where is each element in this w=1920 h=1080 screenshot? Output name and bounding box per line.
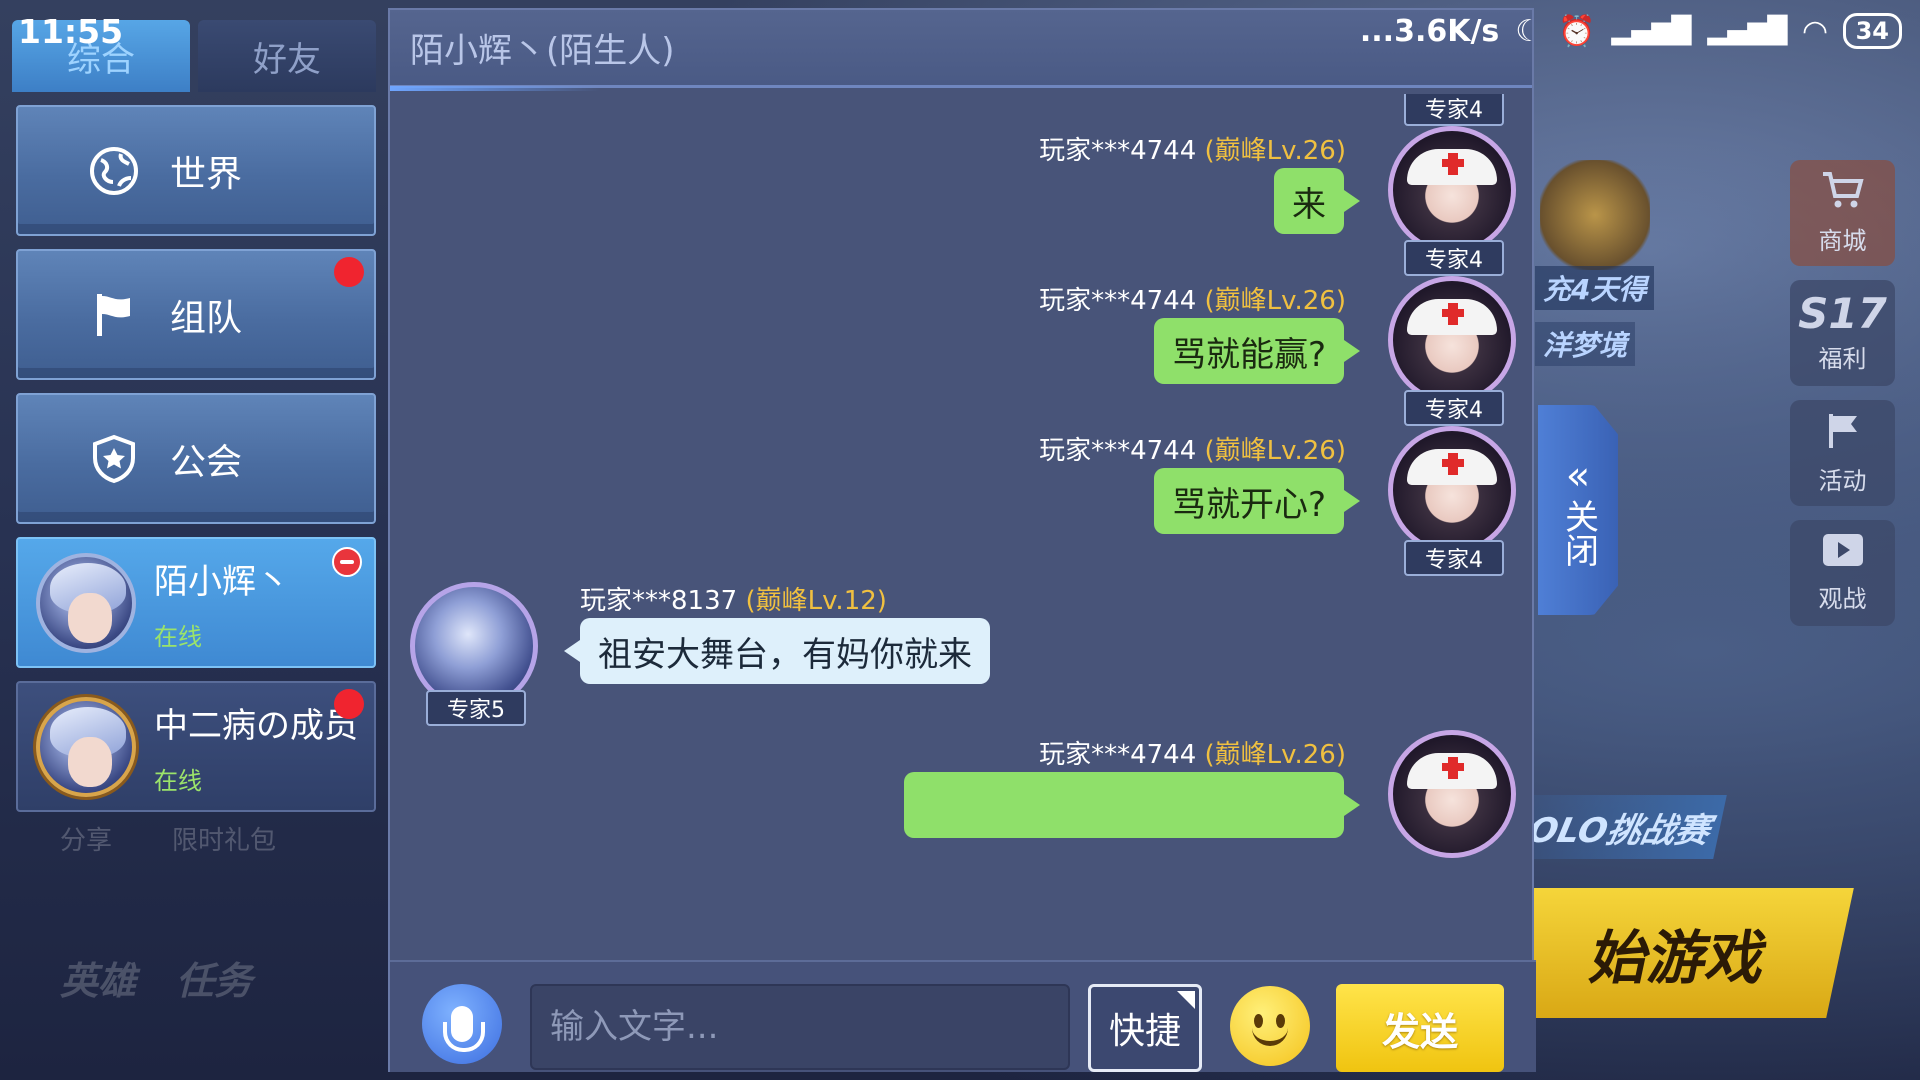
- globe-icon: [86, 143, 142, 199]
- contact-status: 在线: [154, 622, 202, 651]
- avatar[interactable]: [1388, 276, 1516, 404]
- voice-button[interactable]: [422, 984, 502, 1064]
- message-bubble[interactable]: [904, 772, 1360, 838]
- rank-tag: 专家4: [1404, 390, 1504, 426]
- contact-item[interactable]: 中二病の成员 在线: [16, 681, 376, 812]
- message-bubble[interactable]: 祖安大舞台，有妈你就来: [564, 618, 990, 684]
- close-chat-tab[interactable]: « 关闭: [1538, 405, 1618, 615]
- solo-challenge-banner[interactable]: OLO挑战赛: [1513, 795, 1727, 859]
- cart-icon: [1821, 170, 1865, 217]
- message-list[interactable]: 专家4 玩家***4744 (巅峰Lv.26) 来 专家4 玩家***4744 …: [390, 94, 1536, 956]
- double-chevron-left-icon: «: [1565, 453, 1591, 499]
- message-sender: 玩家***8137 (巅峰Lv.12): [580, 586, 887, 616]
- message-input[interactable]: [530, 984, 1070, 1070]
- tab-general[interactable]: 综合: [12, 20, 190, 92]
- start-game-button[interactable]: 始游戏: [1506, 888, 1854, 1018]
- header-accent: [390, 86, 600, 91]
- channel-list: 世界 组队 公会 陌小辉丶 在线 中二病の成员 在线: [16, 105, 376, 812]
- rank-tag: 专家4: [1404, 94, 1504, 126]
- chat-panel: 陌小辉丶(陌生人) 专家4 玩家***4744 (巅峰Lv.26) 来 专家4 …: [388, 8, 1536, 1072]
- chat-header: 陌小辉丶(陌生人): [390, 10, 1532, 88]
- chat-sidebar: 综合 好友 世界 组队 公会 陌小辉丶 在线 中二病の成员 在线: [0, 0, 386, 1080]
- event-emblem: [1540, 160, 1650, 270]
- message-sender: 玩家***4744 (巅峰Lv.26): [1039, 436, 1346, 466]
- quick-phrase-button[interactable]: 快捷: [1088, 984, 1202, 1072]
- rank-tag: 专家5: [426, 690, 526, 726]
- close-label: 关闭: [1558, 499, 1599, 567]
- notification-dot: [334, 257, 364, 287]
- channel-world[interactable]: 世界: [16, 105, 376, 236]
- flag-icon: [86, 287, 142, 343]
- channel-team[interactable]: 组队: [16, 249, 376, 380]
- tab-friends[interactable]: 好友: [198, 20, 376, 92]
- activity-button[interactable]: 活动: [1790, 400, 1895, 506]
- avatar: [36, 552, 136, 653]
- avatar: [36, 696, 136, 797]
- shop-button[interactable]: 商城: [1790, 160, 1895, 266]
- avatar[interactable]: [1388, 730, 1516, 858]
- remove-contact-button[interactable]: [332, 547, 362, 577]
- welfare-button[interactable]: S17 福利: [1790, 280, 1895, 386]
- play-icon: [1821, 532, 1865, 575]
- message-sender: 玩家***4744 (巅峰Lv.26): [1039, 740, 1346, 770]
- rank-tag: 专家4: [1404, 240, 1504, 276]
- chat-title: 陌小辉丶(陌生人): [410, 31, 675, 71]
- message-sender: 玩家***4744 (巅峰Lv.26): [1039, 136, 1346, 166]
- notification-dot: [334, 689, 364, 719]
- avatar[interactable]: [1388, 126, 1516, 254]
- contact-status: 在线: [154, 766, 202, 795]
- emoji-button[interactable]: [1230, 986, 1310, 1066]
- contact-name: 陌小辉丶: [154, 561, 290, 602]
- microphone-icon: [443, 1006, 485, 1052]
- contact-name: 中二病の成员: [154, 705, 358, 746]
- message-bubble[interactable]: 来: [1274, 168, 1360, 234]
- avatar[interactable]: [1388, 426, 1516, 554]
- rank-tag: 专家4: [1404, 540, 1504, 576]
- channel-guild[interactable]: 公会: [16, 393, 376, 524]
- sidebar-tabs: 综合 好友: [12, 20, 376, 92]
- right-rail: 商城 S17 福利 活动 观战: [1790, 160, 1895, 626]
- promo-text-1: 充4天得: [1535, 266, 1655, 310]
- message-sender: 玩家***4744 (巅峰Lv.26): [1039, 286, 1346, 316]
- chat-input-bar: 快捷 发送: [390, 960, 1536, 1072]
- message-bubble[interactable]: 骂就开心?: [1153, 468, 1361, 534]
- send-button[interactable]: 发送: [1336, 984, 1504, 1072]
- message-bubble[interactable]: 骂就能赢?: [1153, 318, 1361, 384]
- contact-item-active[interactable]: 陌小辉丶 在线: [16, 537, 376, 668]
- promo-text-2: 洋梦境: [1535, 322, 1636, 366]
- flag-icon: [1823, 410, 1863, 457]
- spectate-button[interactable]: 观战: [1790, 520, 1895, 626]
- shield-icon: [86, 431, 142, 487]
- gift-icon: S17: [1798, 288, 1887, 338]
